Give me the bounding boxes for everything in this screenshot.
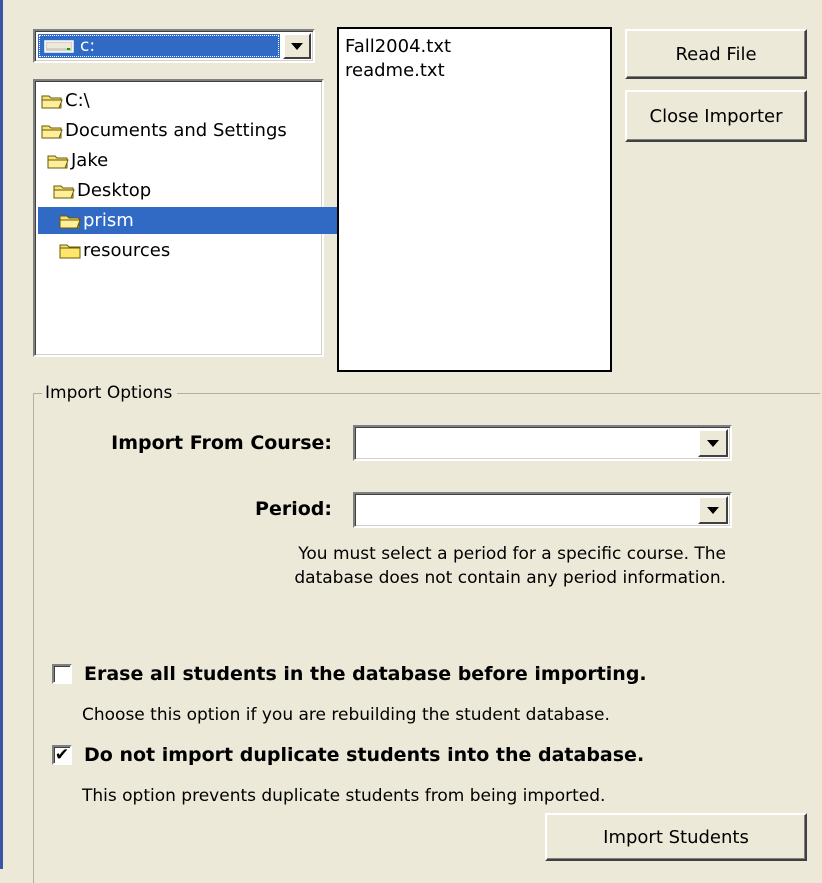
tree-item-documents-and-settings[interactable]: Documents and Settings [41, 117, 287, 144]
tree-item-jake[interactable]: Jake [47, 147, 108, 174]
erase-description: Choose this option if you are rebuilding… [82, 705, 610, 725]
import-options-group [33, 393, 820, 883]
tree-item-c[interactable]: C:\ [41, 87, 90, 114]
period-combo[interactable] [353, 492, 732, 528]
close-importer-button[interactable]: Close Importer [625, 90, 807, 142]
open-folder-icon [53, 183, 75, 199]
period-note: You must select a period for a specific … [294, 542, 726, 590]
file-list[interactable]: Fall2004.txt readme.txt [337, 27, 612, 372]
tree-item-label: prism [83, 210, 134, 231]
drive-icon [44, 39, 74, 53]
erase-checkbox[interactable] [52, 664, 72, 684]
folder-tree[interactable]: C:\ Documents and Settings Jake Desktop pris… [33, 79, 341, 357]
tree-item-prism[interactable]: prism [38, 207, 341, 234]
tree-item-desktop[interactable]: Desktop [53, 177, 151, 204]
drive-combo[interactable]: c: [33, 29, 315, 63]
file-item-fall2004[interactable]: Fall2004.txt [345, 35, 610, 59]
tree-item-label: Jake [71, 150, 109, 171]
checkmark-icon: ✔ [54, 744, 70, 765]
tree-item-label: C:\ [65, 90, 90, 111]
period-note-line2: database does not contain any period inf… [294, 568, 726, 588]
erase-label: Erase all students in the database befor… [84, 663, 647, 685]
drive-selection: c: [38, 34, 280, 58]
course-combo[interactable] [353, 425, 732, 461]
read-file-button[interactable]: Read File [625, 29, 807, 79]
no-duplicates-option[interactable]: ✔ Do not import duplicate students into … [52, 744, 644, 766]
file-item-readme[interactable]: readme.txt [345, 59, 610, 83]
period-note-line1: You must select a period for a specific … [298, 544, 726, 564]
period-label: Period: [255, 498, 332, 520]
no-duplicates-description: This option prevents duplicate students … [82, 786, 606, 806]
open-folder-icon [41, 93, 63, 109]
chevron-down-icon[interactable] [698, 496, 728, 524]
open-folder-icon [47, 153, 69, 169]
erase-option[interactable]: Erase all students in the database befor… [52, 663, 647, 685]
import-options-legend: Import Options [42, 383, 178, 403]
no-duplicates-checkbox[interactable]: ✔ [52, 745, 72, 765]
chevron-down-icon[interactable] [283, 33, 311, 59]
drive-value: c: [80, 36, 96, 56]
closed-folder-icon [59, 243, 81, 259]
open-folder-icon [41, 123, 63, 139]
open-folder-icon [59, 213, 81, 229]
chevron-down-icon[interactable] [698, 429, 728, 457]
tree-item-label: Desktop [77, 180, 152, 201]
window-edge [0, 0, 3, 869]
course-label: Import From Course: [111, 432, 332, 454]
no-duplicates-label: Do not import duplicate students into th… [84, 744, 645, 766]
import-students-button[interactable]: Import Students [545, 813, 807, 861]
tree-item-label: Documents and Settings [65, 120, 287, 141]
tree-item-label: resources [83, 240, 171, 261]
tree-item-resources[interactable]: resources [59, 237, 170, 264]
